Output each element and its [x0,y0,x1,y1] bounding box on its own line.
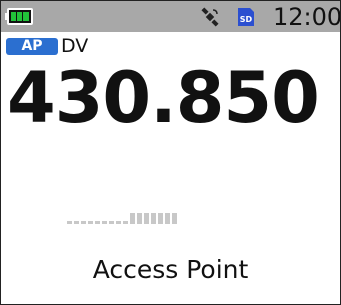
s-meter-segment [123,221,128,224]
s-meter-segment [88,221,93,224]
operating-mode-label: DV [61,35,89,57]
signal-meter-icon [67,211,217,225]
s-meter-segment [116,221,121,224]
s-meter-segment [102,221,107,224]
s-meter-segment [95,221,100,224]
gps-satellite-icon [199,6,221,28]
access-point-badge: AP [6,38,58,55]
s-meter-segment [67,221,72,224]
s-meter-segment [165,213,170,224]
sd-card-label: SD [240,15,253,24]
battery-full-icon [5,8,35,25]
s-meter-segment [158,213,163,224]
sd-card-icon: SD [237,7,255,27]
frequency-readout: 430.850 [7,57,320,139]
clock: 12:00 [273,3,341,31]
s-meter-segment [151,213,156,224]
s-meter-segment [74,221,79,224]
radio-display: SD 12:00 AP DV 430.850 Access Point [0,0,341,305]
status-bar: SD 12:00 [1,1,340,32]
s-meter-segment [81,221,86,224]
access-point-label: Access Point [92,255,249,284]
s-meter-segment [109,221,114,224]
s-meter-segment [144,213,149,224]
s-meter-segment [172,213,177,224]
s-meter-segment [130,213,135,224]
s-meter-segment [137,213,142,224]
